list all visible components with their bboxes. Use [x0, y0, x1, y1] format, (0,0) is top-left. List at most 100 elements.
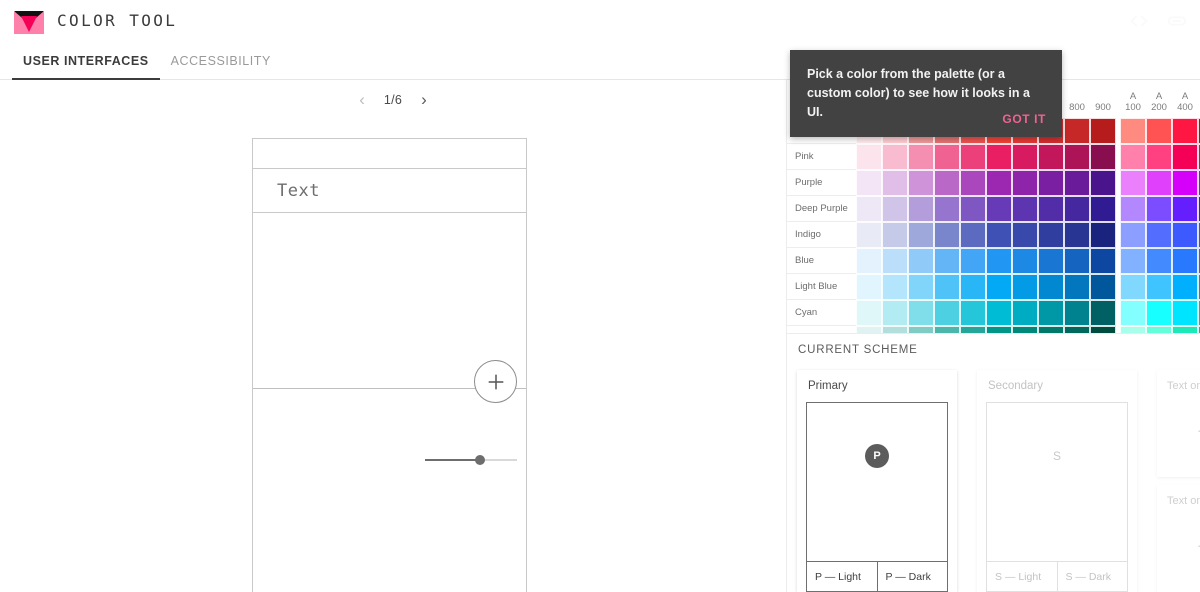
palette-swatch[interactable]	[1090, 144, 1116, 170]
palette-row-label[interactable]: Purple	[787, 170, 856, 196]
palette-swatch[interactable]	[1120, 300, 1146, 326]
palette-swatch[interactable]	[1172, 196, 1198, 222]
palette-swatch[interactable]	[1064, 300, 1090, 326]
palette-swatch[interactable]	[1172, 222, 1198, 248]
palette-swatch[interactable]	[856, 248, 882, 274]
palette-swatch[interactable]	[960, 170, 986, 196]
palette-swatch[interactable]	[986, 274, 1012, 300]
palette-swatch[interactable]	[960, 274, 986, 300]
palette-swatch[interactable]	[1146, 196, 1172, 222]
palette-swatch[interactable]	[856, 300, 882, 326]
palette-swatch[interactable]	[1172, 170, 1198, 196]
palette-swatch[interactable]	[934, 248, 960, 274]
palette-swatch[interactable]	[908, 170, 934, 196]
palette-swatch[interactable]	[986, 248, 1012, 274]
palette-swatch[interactable]	[856, 196, 882, 222]
palette-swatch[interactable]	[1172, 300, 1198, 326]
palette-row-label[interactable]: Blue	[787, 248, 856, 274]
palette-swatch[interactable]	[908, 248, 934, 274]
palette-swatch[interactable]	[1090, 274, 1116, 300]
palette-row-label[interactable]: Light Blue	[787, 274, 856, 300]
palette-swatch[interactable]	[1012, 170, 1038, 196]
palette-swatch[interactable]	[1146, 274, 1172, 300]
palette-swatch[interactable]	[934, 170, 960, 196]
palette-swatch[interactable]	[986, 196, 1012, 222]
palette-swatch[interactable]	[856, 274, 882, 300]
palette-swatch[interactable]	[1064, 118, 1090, 144]
palette-swatch[interactable]	[986, 300, 1012, 326]
tab-user-interfaces[interactable]: USER INTERFACES	[12, 41, 160, 80]
palette-swatch[interactable]	[882, 222, 908, 248]
palette-swatch[interactable]	[1012, 248, 1038, 274]
palette-swatch[interactable]	[1064, 248, 1090, 274]
palette-swatch[interactable]	[856, 222, 882, 248]
palette-swatch[interactable]	[1012, 274, 1038, 300]
palette-row-label[interactable]: Cyan	[787, 300, 856, 326]
palette-swatch[interactable]	[934, 274, 960, 300]
palette-swatch[interactable]	[908, 274, 934, 300]
palette-swatch[interactable]	[1146, 248, 1172, 274]
palette-swatch[interactable]	[986, 222, 1012, 248]
palette-swatch[interactable]	[1146, 300, 1172, 326]
scheme-card-variant[interactable]: P — Dark	[877, 562, 948, 592]
scheme-card-swatch[interactable]: P	[806, 402, 948, 562]
palette-swatch[interactable]	[1012, 144, 1038, 170]
palette-swatch[interactable]	[856, 144, 882, 170]
palette-swatch[interactable]	[1090, 170, 1116, 196]
scheme-card-variant[interactable]: P — Light	[806, 562, 878, 592]
palette-swatch[interactable]	[1120, 274, 1146, 300]
palette-swatch[interactable]	[1038, 170, 1064, 196]
palette-swatch[interactable]	[1172, 274, 1198, 300]
code-icon[interactable]	[1128, 10, 1150, 32]
palette-swatch[interactable]	[882, 144, 908, 170]
palette-swatch[interactable]	[1090, 196, 1116, 222]
scheme-card-primary[interactable]: Primary P P — Light P — Dark	[797, 370, 957, 592]
palette-swatch[interactable]	[1090, 248, 1116, 274]
palette-swatch[interactable]	[1064, 144, 1090, 170]
palette-swatch[interactable]	[1038, 196, 1064, 222]
palette-swatch[interactable]	[986, 170, 1012, 196]
palette-swatch[interactable]	[934, 300, 960, 326]
floating-action-button[interactable]	[474, 360, 517, 403]
palette-swatch[interactable]	[1146, 170, 1172, 196]
palette-swatch[interactable]	[856, 170, 882, 196]
palette-swatch[interactable]	[882, 196, 908, 222]
palette-swatch[interactable]	[1120, 196, 1146, 222]
tooltip-got-it-button[interactable]: GOT IT	[1002, 112, 1046, 126]
palette-swatch[interactable]	[1172, 248, 1198, 274]
palette-swatch[interactable]	[1064, 170, 1090, 196]
tab-accessibility[interactable]: ACCESSIBILITY	[160, 41, 282, 80]
palette-swatch[interactable]	[1012, 196, 1038, 222]
palette-swatch[interactable]	[1120, 144, 1146, 170]
palette-swatch[interactable]	[1120, 118, 1146, 144]
palette-swatch[interactable]	[882, 300, 908, 326]
palette-swatch[interactable]	[1090, 300, 1116, 326]
palette-swatch[interactable]	[960, 222, 986, 248]
palette-swatch[interactable]	[1038, 222, 1064, 248]
palette-swatch[interactable]	[882, 248, 908, 274]
palette-swatch[interactable]	[960, 144, 986, 170]
palette-swatch[interactable]	[960, 248, 986, 274]
palette-swatch[interactable]	[1064, 222, 1090, 248]
palette-swatch[interactable]	[908, 222, 934, 248]
palette-swatch[interactable]	[908, 196, 934, 222]
palette-swatch[interactable]	[1064, 274, 1090, 300]
palette-swatch[interactable]	[908, 144, 934, 170]
pager-prev-icon[interactable]: ‹	[356, 89, 368, 110]
palette-swatch[interactable]	[1120, 222, 1146, 248]
palette-row-label[interactable]: Deep Purple	[787, 196, 856, 222]
pager-next-icon[interactable]: ›	[418, 89, 430, 110]
palette-swatch[interactable]	[1172, 118, 1198, 144]
scheme-card-swatch[interactable]: S	[986, 402, 1128, 562]
palette-swatch[interactable]	[1090, 118, 1116, 144]
text-on-color-card[interactable]: Text on P T	[1157, 370, 1200, 477]
palette-swatch[interactable]	[1090, 222, 1116, 248]
palette-swatch[interactable]	[1038, 144, 1064, 170]
palette-row-label[interactable]: Pink	[787, 144, 856, 170]
palette-swatch[interactable]	[1172, 144, 1198, 170]
scheme-card-variant[interactable]: S — Light	[986, 562, 1058, 592]
palette-swatch[interactable]	[1146, 144, 1172, 170]
palette-swatch[interactable]	[986, 144, 1012, 170]
palette-swatch[interactable]	[934, 144, 960, 170]
palette-swatch[interactable]	[1146, 118, 1172, 144]
